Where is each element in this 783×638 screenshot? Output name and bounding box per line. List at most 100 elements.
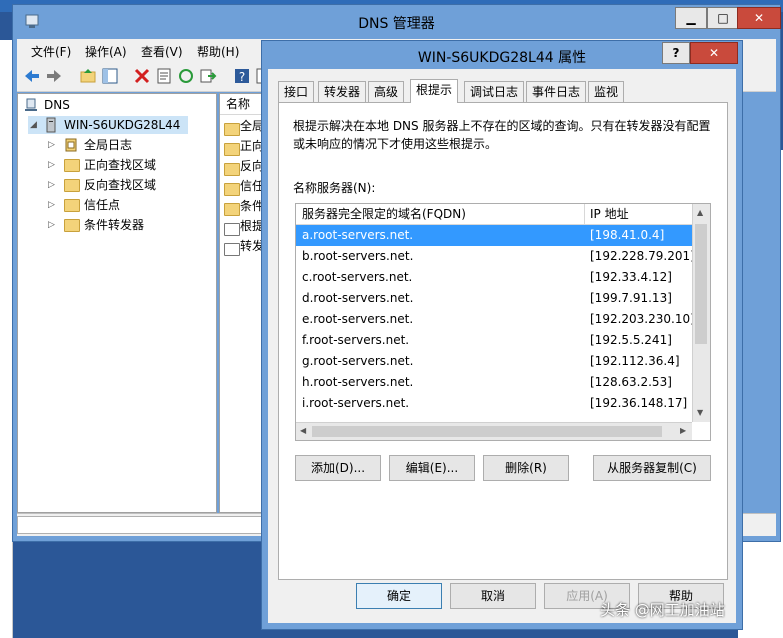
list-item[interactable]: 根提 (224, 216, 264, 236)
expand-icon[interactable]: ▷ (48, 156, 58, 174)
expand-icon[interactable]: ▷ (48, 216, 58, 234)
svg-text:?: ? (239, 70, 245, 84)
document-icon (224, 223, 240, 236)
scroll-left-icon[interactable]: ◀ (300, 426, 306, 435)
list-header: 服务器完全限定的域名(FQDN) IP 地址 (296, 204, 692, 225)
tree-item-server[interactable]: ◢ WIN-S6UKDG28L44 (28, 116, 188, 134)
fqdn-cell: h.root-servers.net. (302, 375, 414, 389)
up-folder-icon[interactable] (79, 67, 97, 85)
edit-button[interactable]: 编辑(E)... (389, 455, 475, 481)
list-item[interactable]: 转发 (224, 236, 264, 256)
ip-cell: [192.33.4.12] (590, 270, 672, 284)
menu-file[interactable]: 文件(F) (31, 43, 71, 60)
minimize-button[interactable]: ▁ (675, 7, 707, 29)
folder-icon (224, 203, 240, 216)
forward-arrow-icon[interactable] (45, 67, 63, 85)
horizontal-scrollbar[interactable]: ◀ ▶ (296, 422, 692, 440)
table-row[interactable]: i.root-servers.net. [192.36.148.17] (296, 393, 692, 414)
table-row[interactable]: e.root-servers.net. [192.203.230.10] (296, 309, 695, 330)
refresh-icon[interactable] (177, 67, 195, 85)
tab-root-hints[interactable]: 根提示 (410, 79, 459, 103)
menu-action[interactable]: 操作(A) (85, 43, 127, 60)
add-button[interactable]: 添加(D)... (295, 455, 381, 481)
main-titlebar[interactable]: DNS 管理器 ▁ □ ✕ (13, 5, 781, 37)
cancel-button[interactable]: 取消 (450, 583, 536, 609)
tab-forwarders[interactable]: 转发器 (318, 81, 367, 102)
scroll-down-icon[interactable]: ▼ (697, 408, 703, 417)
table-row[interactable]: f.root-servers.net. [192.5.5.241] (296, 330, 692, 351)
column-fqdn[interactable]: 服务器完全限定的域名(FQDN) (296, 204, 585, 224)
table-row[interactable]: g.root-servers.net. [192.112.36.4] (296, 351, 692, 372)
scrollbar-thumb[interactable] (695, 224, 707, 344)
dns-icon (25, 98, 37, 111)
tab-advanced[interactable]: 高级 (368, 81, 405, 102)
table-row[interactable]: a.root-servers.net. [198.41.0.4] (296, 225, 692, 246)
properties-dialog: WIN-S6UKDG28L44 属性 ? ✕ 接口 转发器 高级 根提示 调试日… (261, 40, 743, 630)
folder-icon (224, 163, 240, 176)
fqdn-cell: d.root-servers.net. (302, 291, 414, 305)
scrollbar-thumb[interactable] (312, 426, 662, 437)
help-icon[interactable]: ? (233, 67, 251, 85)
back-arrow-icon[interactable] (23, 67, 41, 85)
tab-debug-logging[interactable]: 调试日志 (464, 81, 525, 102)
show-console-tree-icon[interactable] (101, 67, 119, 85)
ip-cell: [128.63.2.53] (590, 375, 672, 389)
ip-cell: [192.228.79.201] (590, 249, 695, 263)
folder-icon (224, 183, 240, 196)
scroll-up-icon[interactable]: ▲ (697, 208, 703, 217)
fqdn-cell: c.root-servers.net. (302, 270, 413, 284)
folder-icon (224, 123, 240, 136)
fqdn-cell: f.root-servers.net. (302, 333, 410, 347)
ip-cell: [192.36.148.17] (590, 396, 688, 410)
menu-help[interactable]: 帮助(H) (197, 43, 239, 60)
tree-label-trust-points: 信任点 (84, 198, 121, 212)
table-row[interactable]: h.root-servers.net. [128.63.2.53] (296, 372, 692, 393)
ip-cell: [192.5.5.241] (590, 333, 672, 347)
list-item[interactable]: 信任 (224, 176, 264, 196)
tab-monitoring[interactable]: 监视 (588, 81, 625, 102)
list-item[interactable]: 反向 (224, 156, 264, 176)
scroll-right-icon[interactable]: ▶ (680, 426, 686, 435)
tab-interfaces[interactable]: 接口 (278, 81, 315, 102)
list-item[interactable]: 条件 (224, 196, 264, 216)
name-servers-list[interactable]: 服务器完全限定的域名(FQDN) IP 地址 a.root-servers.ne… (295, 203, 711, 441)
collapse-icon[interactable]: ◢ (30, 116, 40, 134)
watermark-text: 头条 @网工加油站 (600, 601, 725, 619)
dialog-body: 接口 转发器 高级 根提示 调试日志 事件日志 监视 根提示解决在本地 DNS … (268, 69, 736, 623)
menu-view[interactable]: 查看(V) (141, 43, 183, 60)
column-ip[interactable]: IP 地址 (584, 204, 692, 224)
delete-icon[interactable] (133, 67, 151, 85)
copy-from-server-button[interactable]: 从服务器复制(C) (593, 455, 711, 481)
delete-button[interactable]: 删除(R) (483, 455, 569, 481)
list-item[interactable]: 全局 (224, 116, 264, 136)
properties-icon[interactable] (155, 67, 173, 85)
tree-label-forward-zones: 正向查找区域 (84, 158, 157, 172)
expand-icon[interactable]: ▷ (48, 136, 58, 154)
main-window-title: DNS 管理器 (358, 16, 435, 32)
folder-icon (224, 143, 240, 156)
ip-cell: [199.7.91.13] (590, 291, 672, 305)
tab-event-logging[interactable]: 事件日志 (526, 81, 587, 102)
expand-icon[interactable]: ▷ (48, 196, 58, 214)
expand-icon[interactable]: ▷ (48, 176, 58, 194)
table-row[interactable]: d.root-servers.net. [199.7.91.13] (296, 288, 692, 309)
table-row[interactable]: c.root-servers.net. [192.33.4.12] (296, 267, 692, 288)
folder-icon (64, 179, 80, 192)
table-row[interactable]: b.root-servers.net. [192.228.79.201] (296, 246, 695, 267)
console-tree: DNS ◢ WIN-S6UKDG28L44 ▷ 全局日志 ▷ 正向查找区域 ▷ … (17, 93, 217, 513)
maximize-button[interactable]: □ (707, 7, 739, 29)
dialog-close-button[interactable]: ✕ (690, 42, 738, 64)
list-item[interactable]: 正向 (224, 136, 264, 156)
ip-cell: [192.112.36.4] (590, 354, 680, 368)
vertical-scrollbar[interactable]: ▲ ▼ (692, 204, 710, 422)
root-hints-description: 根提示解决在本地 DNS 服务器上不存在的区域的查询。只有在转发器没有配置或未响… (293, 119, 711, 151)
export-icon[interactable] (199, 67, 217, 85)
tree-label-conditional-forwarders: 条件转发器 (84, 218, 145, 232)
fqdn-cell: b.root-servers.net. (302, 249, 414, 263)
tree-label-global-log: 全局日志 (84, 138, 133, 152)
dialog-help-button[interactable]: ? (662, 42, 690, 64)
close-button[interactable]: ✕ (737, 7, 781, 29)
fqdn-cell: a.root-servers.net. (302, 228, 414, 242)
log-icon (65, 138, 77, 152)
ok-button[interactable]: 确定 (356, 583, 442, 609)
